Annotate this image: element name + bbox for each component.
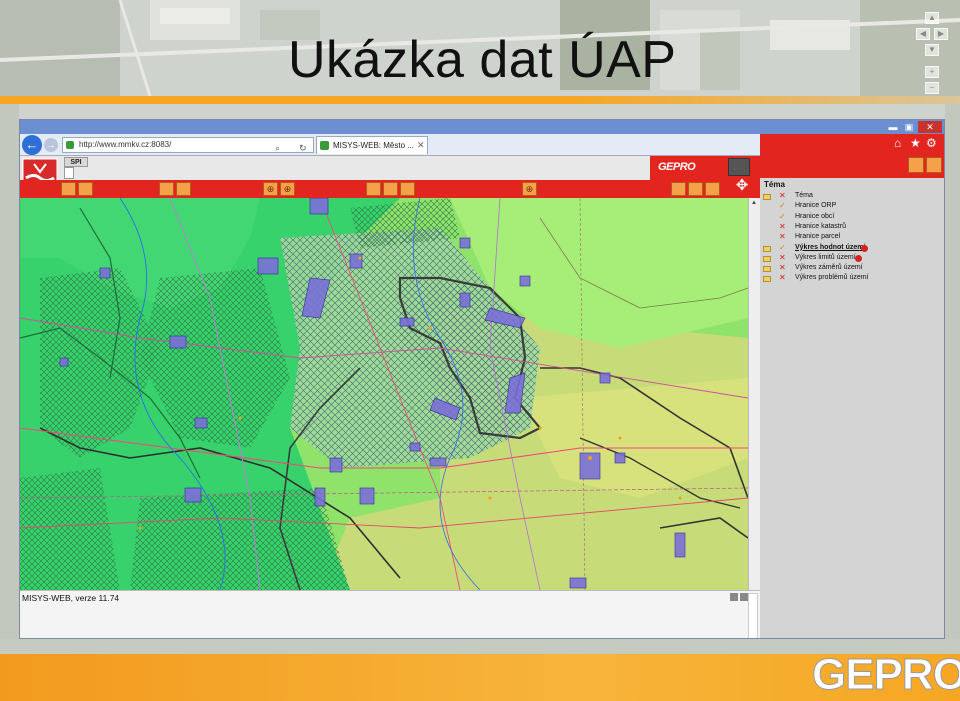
layer-name: Hranice ORP [795,202,837,210]
layer-item[interactable]: ✕ Výkres záměrů území [760,263,944,274]
refresh-icon[interactable]: ↻ [299,141,307,155]
minimize-icon[interactable]: ▬ [886,121,900,133]
forward-arrow-icon[interactable]: → [44,138,58,152]
address-bar[interactable]: http://www.mmkv.cz:8083/ ⌕ ↻ [62,137,314,153]
star-icon[interactable]: ★ [910,136,921,150]
layer-item[interactable]: ✓ Výkres hodnot území [760,243,944,254]
info-icon[interactable] [855,254,862,262]
page-icon [66,141,74,149]
layer-hidden-icon[interactable]: ✕ [779,273,786,282]
zoom-in-icon[interactable]: ⊕ [263,182,278,196]
close-icon[interactable]: ✕ [918,121,942,133]
slide-zoom-in-button[interactable]: + [925,66,939,78]
info-icon[interactable] [861,244,868,252]
app-header [20,156,760,182]
layer-item[interactable]: ✕ Výkres problémů území [760,273,944,284]
zoom-extent-icon[interactable]: ⊕ [522,182,537,196]
layer-hidden-icon[interactable]: ✕ [779,253,786,262]
status-restore-icon[interactable] [730,593,738,601]
layer-panel-header: Téma [764,180,785,189]
layer-panel: Téma ✕ Téma ✓ Hranice ORP ✓ Hranice obcí ✕ Hran… [760,178,944,638]
tool-edit-button[interactable] [383,182,398,196]
tool-draw-button[interactable] [366,182,381,196]
layer-name: Hranice obcí [795,212,835,220]
slide-up-button[interactable]: ▲ [925,12,939,24]
layer-name: Výkres hodnot území [795,243,866,251]
status-scrollbar[interactable] [748,593,758,638]
slide-down-button[interactable]: ▼ [925,44,939,56]
tool-pen-button[interactable] [400,182,415,196]
layer-name: Téma [795,192,813,199]
zoom-out-icon[interactable]: ⊕ [280,182,295,196]
status-maximize-icon[interactable] [740,593,748,601]
layer-item[interactable]: ✕ Výkres limitů území [760,253,944,264]
map-canvas[interactable] [20,198,748,590]
folder-icon [763,245,771,252]
status-bar: MISYS-WEB, verze 11.74 [20,590,760,638]
folder-icon [763,194,771,200]
layer-name: Výkres záměrů území [795,264,863,272]
search-icon[interactable]: ⌕ [275,141,280,155]
browser-tab[interactable]: MISYS-WEB: Město ... ✕ [316,136,428,154]
map-scrollbar[interactable]: ▲ [748,198,760,590]
tool-brush-button[interactable] [671,182,686,196]
tool-select-button[interactable] [78,182,93,196]
tab-close-icon[interactable]: ✕ [417,137,425,154]
gear-icon[interactable]: ⚙ [926,136,937,150]
tool-table-button[interactable] [688,182,703,196]
slide-top-band [0,96,960,104]
app-logo: GEPRO [658,161,696,173]
layer-item[interactable]: ✓ Hranice obcí [760,212,944,223]
slide-zoom-out-button[interactable]: − [925,82,939,94]
layer-item[interactable]: ✕ Téma [760,191,944,202]
slide-prev-button[interactable]: ◀ [916,28,930,40]
slide-navigation: ◀ ▶ ▲ ▼ + − [916,12,952,96]
pan-icon[interactable]: ✥ [733,177,751,195]
version-label: MISYS-WEB, verze 11.74 [22,593,120,603]
layer-visible-icon[interactable]: ✓ [779,212,786,221]
back-arrow-icon[interactable]: ← [22,135,42,155]
slide-title: Ukázka dat ÚAP [288,31,677,89]
tool-measure-button[interactable] [61,182,76,196]
tool-print-button[interactable] [159,182,174,196]
layer-hidden-icon[interactable]: ✕ [779,232,786,241]
tool-export-button[interactable] [176,182,191,196]
layer-hidden-icon[interactable]: ✕ [779,222,786,231]
layer-visible-icon[interactable]: ✓ [779,243,786,252]
layer-name: Hranice katastrů [795,222,846,230]
home-icon[interactable]: ⌂ [894,136,901,150]
layer-name: Výkres problémů území [795,274,869,282]
scroll-up-icon[interactable]: ▲ [751,200,757,206]
browser-window: ▬ ▣ ✕ ← → http://www.mmkv.cz:8083/ ⌕ ↻ M… [19,119,945,639]
layer-item[interactable]: ✓ Hranice ORP [760,201,944,212]
layer-hidden-icon[interactable]: ✕ [779,263,786,272]
gepro-logo: GEPRO [812,650,960,699]
folder-icon [763,276,771,283]
spi-tab[interactable]: SPI [64,157,88,167]
layer-name: Výkres limitů území [795,253,856,261]
tab-favicon-icon [320,141,329,150]
tab-title: MISYS-WEB: Město ... [333,141,414,150]
layer-visible-icon[interactable]: ✓ [779,201,786,210]
layer-item[interactable]: ✕ Hranice katastrů [760,222,944,233]
tool-chart-button[interactable] [705,182,720,196]
folder-icon [763,266,771,273]
spi-panel-box [64,167,74,179]
window-layout-icon[interactable] [728,158,750,176]
maximize-icon[interactable]: ▣ [902,121,916,133]
url-text: http://www.mmkv.cz:8083/ [79,140,172,149]
layer-item[interactable]: ✕ Hranice parcel [760,232,944,243]
slide-next-button[interactable]: ▶ [934,28,948,40]
layer-name: Hranice parcel [795,233,841,241]
panel-layers-button[interactable] [908,157,924,173]
panel-legend-button[interactable] [926,157,942,173]
folder-icon [763,255,771,262]
browser-titlebar [20,120,944,134]
layer-hidden-icon[interactable]: ✕ [779,191,786,200]
